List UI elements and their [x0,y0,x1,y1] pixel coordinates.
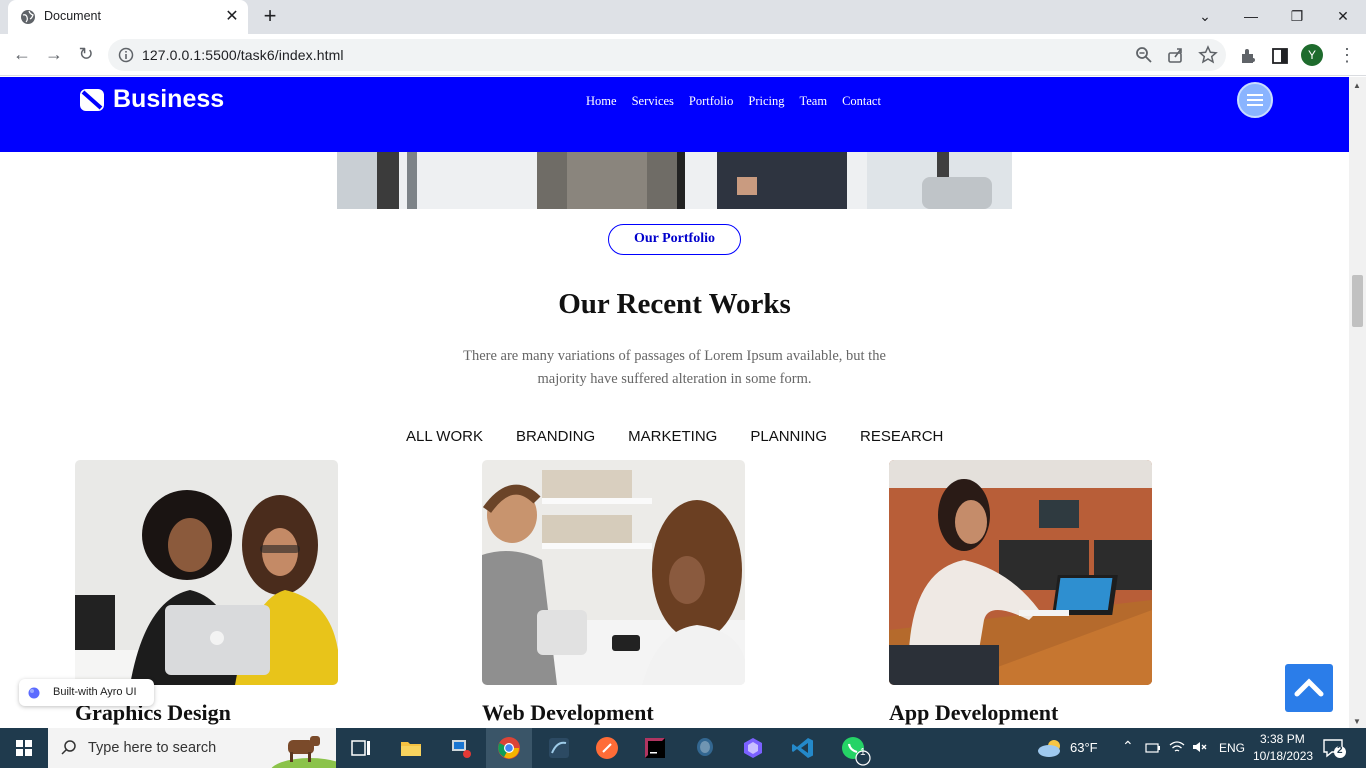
weather-cloud-icon[interactable] [1037,737,1065,759]
mysql-workbench-icon[interactable] [536,728,582,768]
logo-icon[interactable] [79,88,105,112]
card-image [889,460,1152,685]
filter-marketing[interactable]: MARKETING [628,428,717,445]
scroll-up-arrow-icon[interactable]: ▲ [1353,81,1361,90]
section-description: There are many variations of passages of… [463,348,886,387]
zoom-icon[interactable] [1134,45,1154,65]
built-with-badge[interactable]: Built-with Ayro UI [19,679,154,706]
page-scrollbar[interactable]: ▲ ▼ [1349,77,1366,728]
vscode-icon[interactable] [780,728,826,768]
site-header: Business Home Services Portfolio Pricing… [0,77,1349,152]
nav-team[interactable]: Team [799,94,827,109]
tab-title: Document [44,9,101,23]
volume-muted-icon[interactable] [1192,740,1208,754]
search-icon [61,740,76,755]
scroll-thumb[interactable] [1352,275,1363,327]
windows-logo-icon [16,740,32,756]
url-text[interactable]: 127.0.0.1:5500/task6/index.html [142,47,344,63]
postman-icon[interactable] [584,728,630,768]
card-title[interactable]: App Development [889,700,1152,726]
chrome-icon[interactable] [486,728,532,768]
filter-all-work[interactable]: ALL WORK [406,428,483,445]
power-automate-icon[interactable] [730,728,776,768]
globe-icon [21,10,35,24]
intellij-icon[interactable] [632,728,678,768]
network-app-icon[interactable] [438,728,484,768]
clock-date[interactable]: 10/18/2023 [1253,749,1313,763]
whatsapp-badge: 1 [860,747,866,758]
wifi-icon[interactable] [1169,740,1185,754]
main-nav: Home Services Portfolio Pricing Team Con… [586,94,881,109]
nav-services[interactable]: Services [632,94,674,109]
our-portfolio-button[interactable]: Our Portfolio [608,224,741,255]
portfolio-filters: ALL WORK BRANDING MARKETING PLANNING RES… [406,428,943,445]
nav-portfolio[interactable]: Portfolio [689,94,733,109]
nav-home[interactable]: Home [586,94,617,109]
section-title: Our Recent Works [558,288,791,320]
scroll-down-arrow-icon[interactable]: ▼ [1353,717,1361,726]
postgresql-icon[interactable] [682,728,728,768]
windows-start-button[interactable] [0,728,48,768]
tray-chevron-up-icon[interactable]: ⌃ [1122,738,1134,755]
cow-illustration-icon [271,736,336,768]
tab-search-icon[interactable]: ⌄ [1182,0,1228,34]
chevron-up-icon [1294,678,1324,697]
clock-time[interactable]: 3:38 PM [1260,732,1305,746]
weather-temp[interactable]: 63°F [1070,740,1098,755]
extensions-icon[interactable] [1238,46,1258,66]
new-tab-button[interactable]: + [258,5,282,29]
brand-name[interactable]: Business [113,85,224,114]
close-window-button[interactable]: ✕ [1320,0,1366,34]
notification-count: 2 [1337,745,1343,756]
restore-button[interactable]: ❐ [1274,0,1320,34]
portfolio-card[interactable]: Web Development [482,460,745,726]
back-to-top-button[interactable] [1285,664,1333,712]
nav-contact[interactable]: Contact [842,94,881,109]
reload-button[interactable]: ↻ [74,43,98,67]
info-icon[interactable] [118,47,134,63]
taskbar-search-box[interactable]: Type here to search [48,728,336,768]
card-image [75,460,338,685]
card-image [482,460,745,685]
browser-tab[interactable]: Document ✕ [8,0,248,34]
hero-image [337,152,1012,209]
minimize-button[interactable]: — [1228,0,1274,34]
badge-text: Built-with Ayro UI [53,686,137,698]
windows-taskbar: Type here to search 1 63°F ⌃ ENG 3:38 PM… [0,728,1366,768]
nav-pricing[interactable]: Pricing [748,94,784,109]
filter-planning[interactable]: PLANNING [750,428,827,445]
ayro-logo-icon [28,687,40,699]
forward-button[interactable]: → [42,43,66,67]
close-tab-icon[interactable]: ✕ [222,7,242,27]
portfolio-card[interactable]: App Development [889,460,1152,726]
profile-avatar[interactable]: Y [1301,44,1323,66]
whatsapp-icon[interactable]: 1 [830,728,876,768]
menu-dots-icon[interactable]: ⋮ [1338,44,1356,66]
search-placeholder: Type here to search [88,740,217,756]
filter-branding[interactable]: BRANDING [516,428,595,445]
task-view-icon[interactable] [338,728,384,768]
hamburger-menu-icon[interactable] [1237,82,1273,118]
address-bar[interactable]: 127.0.0.1:5500/task6/index.html [108,39,1226,71]
share-icon[interactable] [1166,45,1186,65]
battery-icon[interactable] [1145,741,1161,755]
language-indicator[interactable]: ENG [1219,741,1245,755]
back-button[interactable]: ← [10,43,34,67]
side-panel-icon[interactable] [1270,46,1290,66]
browser-tab-bar: Document ✕ + ⌄ — ❐ ✕ [0,0,1366,34]
bookmark-star-icon[interactable] [1198,45,1218,65]
page-viewport: Business Home Services Portfolio Pricing… [0,77,1349,728]
file-explorer-icon[interactable] [388,728,434,768]
filter-research[interactable]: RESEARCH [860,428,943,445]
card-title[interactable]: Web Development [482,700,745,726]
browser-toolbar: ← → ↻ 127.0.0.1:5500/task6/index.html Y … [0,34,1366,76]
